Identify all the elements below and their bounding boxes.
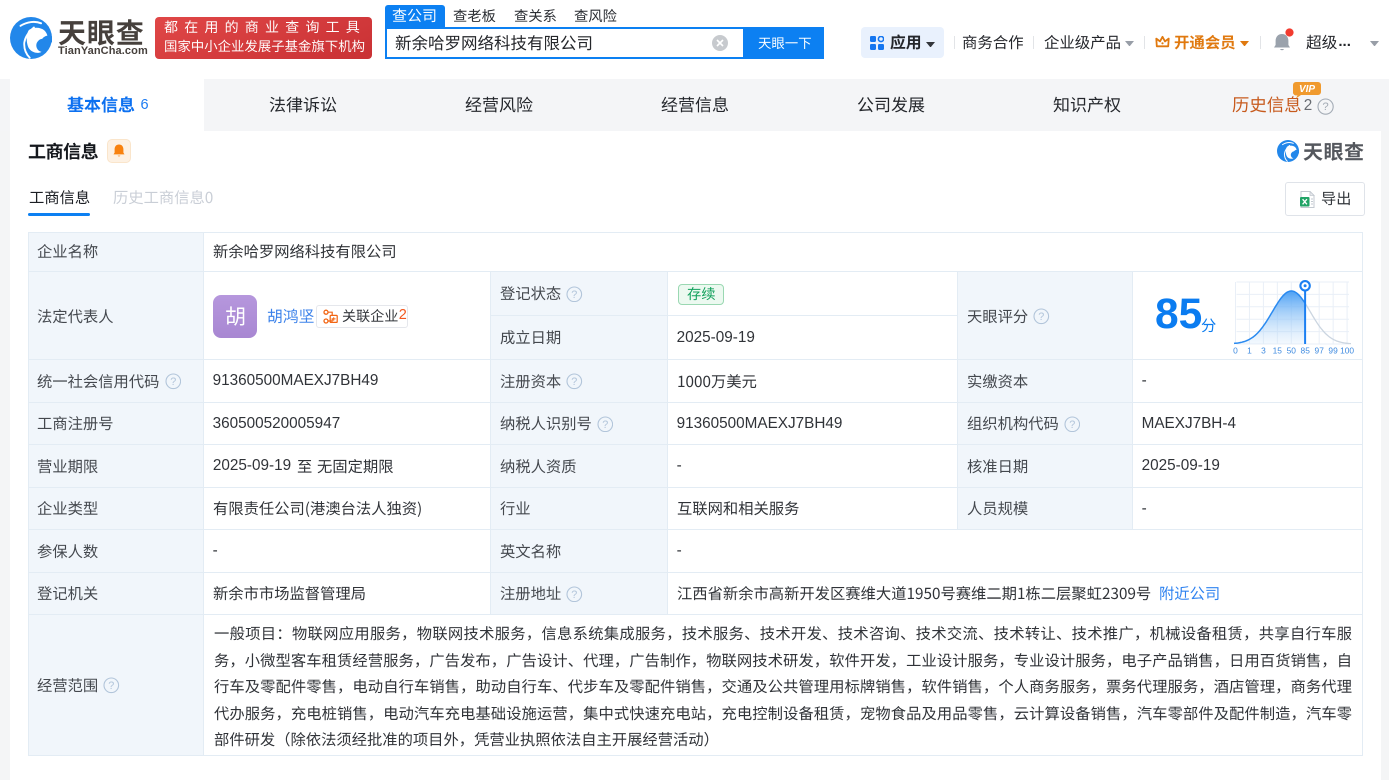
svg-text:?: ? (1039, 311, 1045, 323)
svg-text:?: ? (572, 376, 578, 388)
svg-text:1: 1 (1247, 345, 1252, 355)
svg-text:?: ? (170, 376, 176, 388)
svg-text:?: ? (109, 680, 115, 692)
svg-text:?: ? (572, 588, 578, 600)
svg-text:85: 85 (1301, 345, 1311, 355)
svg-text:VIP: VIP (1298, 84, 1314, 95)
svg-text:100: 100 (1340, 345, 1354, 355)
svg-text:?: ? (1322, 101, 1328, 113)
svg-text:0: 0 (1233, 345, 1238, 355)
svg-text:?: ? (572, 289, 578, 301)
svg-text:3: 3 (1261, 345, 1266, 355)
svg-text:?: ? (1069, 419, 1075, 431)
svg-text:97: 97 (1315, 345, 1325, 355)
svg-text:15: 15 (1273, 345, 1283, 355)
svg-text:99: 99 (1328, 345, 1338, 355)
svg-text:50: 50 (1287, 345, 1297, 355)
svg-text:?: ? (602, 419, 608, 431)
